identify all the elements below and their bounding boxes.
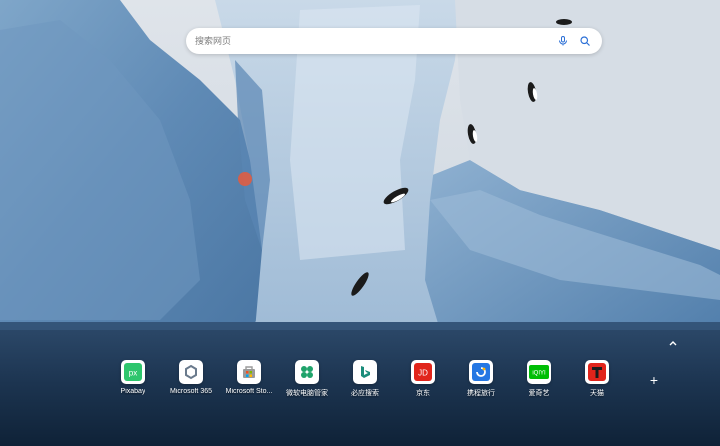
quick-links: px Pixabay Microsoft 365 Microsoft Sto..… (104, 360, 626, 398)
tmall-icon (585, 360, 609, 384)
quick-link-label: 必应搜索 (351, 390, 379, 397)
search-box (186, 28, 602, 54)
quick-link-label: 携程旅行 (467, 390, 495, 397)
quick-link-pixabay[interactable]: px Pixabay (104, 360, 162, 398)
pc-manager-icon (295, 360, 319, 384)
svg-text:px: px (129, 369, 137, 378)
quick-link-label: 爱奇艺 (528, 390, 550, 397)
svg-text:iQIYI: iQIYI (532, 371, 546, 377)
bing-icon (353, 360, 377, 384)
quick-link-pc-manager[interactable]: 微软电脑管家 (278, 360, 336, 398)
pixabay-icon: px (121, 360, 145, 384)
jd-icon: JD (411, 360, 435, 384)
microphone-icon[interactable] (552, 30, 574, 52)
microsoft-365-icon (179, 360, 203, 384)
chevron-up-icon[interactable] (665, 336, 681, 350)
search-input[interactable] (186, 29, 552, 53)
mouse-cursor (238, 172, 252, 186)
quick-link-label: Pixabay (120, 388, 146, 395)
quick-link-microsoft-store[interactable]: Microsoft Sto... (220, 360, 278, 398)
quick-link-microsoft-365[interactable]: Microsoft 365 (162, 360, 220, 398)
quick-link-label: 微软电脑管家 (286, 390, 328, 397)
quick-link-label: Microsoft Sto... (225, 388, 273, 395)
quick-link-jd[interactable]: JD 京东 (394, 360, 452, 398)
quick-link-label: Microsoft 365 (169, 388, 213, 395)
search-icon[interactable] (574, 30, 596, 52)
plus-icon[interactable]: + (644, 370, 664, 390)
svg-text:JD: JD (418, 369, 428, 378)
quick-link-ctrip[interactable]: 携程旅行 (452, 360, 510, 398)
ctrip-icon (469, 360, 493, 384)
new-tab-page: px Pixabay Microsoft 365 Microsoft Sto..… (0, 0, 720, 446)
quick-link-tmall[interactable]: 天猫 (568, 360, 626, 398)
quick-link-bing[interactable]: 必应搜索 (336, 360, 394, 398)
quick-link-label: 天猫 (590, 390, 604, 397)
quick-link-iqiyi[interactable]: iQIYI 爱奇艺 (510, 360, 568, 398)
quick-link-label: 京东 (416, 390, 430, 397)
iqiyi-icon: iQIYI (527, 360, 551, 384)
microsoft-store-icon (237, 360, 261, 384)
